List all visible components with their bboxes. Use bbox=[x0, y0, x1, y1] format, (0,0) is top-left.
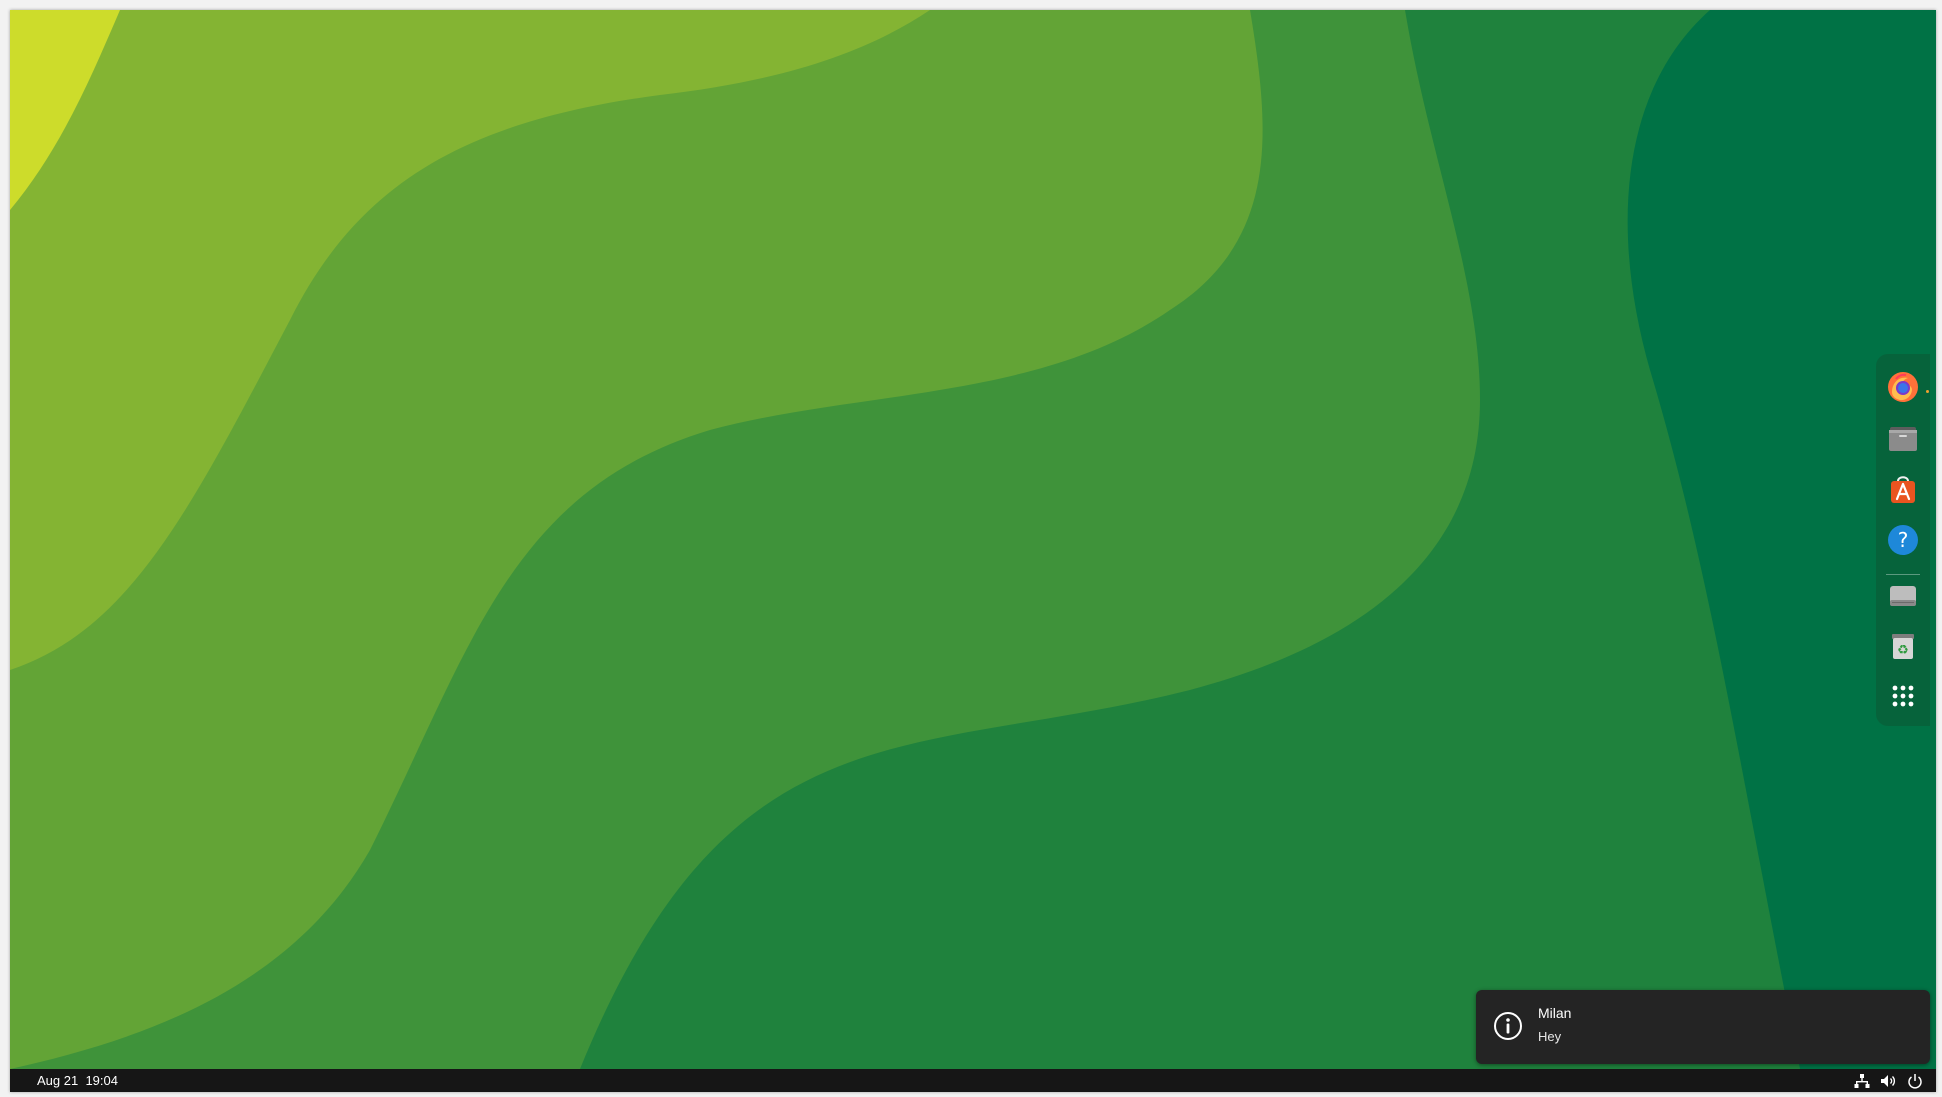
help-icon: ? bbox=[1888, 525, 1918, 555]
dock-item-help[interactable]: ? bbox=[1884, 521, 1922, 559]
clock-time: 19:04 bbox=[85, 1073, 118, 1088]
svg-text:♻: ♻ bbox=[1897, 643, 1909, 658]
clock[interactable]: Aug 21 19:04 bbox=[37, 1073, 118, 1088]
desktop-screen: ? ♻ Milan Hey Aug 21 19:04 bbox=[10, 10, 1936, 1092]
dock-item-files[interactable] bbox=[1884, 419, 1922, 457]
drive-icon bbox=[1890, 586, 1916, 606]
dock: ? ♻ bbox=[1876, 354, 1930, 726]
notification-body: Hey bbox=[1538, 1029, 1562, 1044]
dock-separator bbox=[1886, 574, 1920, 575]
dock-item-software[interactable] bbox=[1884, 470, 1922, 508]
clock-date: Aug 21 bbox=[37, 1073, 79, 1088]
notification-banner[interactable]: Milan Hey bbox=[1476, 990, 1930, 1064]
network-icon[interactable] bbox=[1854, 1073, 1870, 1089]
folder-icon bbox=[1889, 427, 1917, 451]
dock-item-firefox[interactable] bbox=[1884, 368, 1922, 406]
app-store-icon bbox=[1891, 476, 1915, 503]
volume-icon[interactable] bbox=[1880, 1073, 1896, 1089]
info-icon bbox=[1494, 1012, 1522, 1040]
dock-item-trash[interactable]: ♻ bbox=[1884, 627, 1922, 665]
desktop-wallpaper bbox=[10, 10, 1936, 1069]
top-bar: Aug 21 19:04 bbox=[10, 1069, 1936, 1092]
svg-text:?: ? bbox=[1898, 528, 1909, 552]
running-indicator bbox=[1926, 390, 1929, 393]
dock-item-show-apps[interactable] bbox=[1884, 677, 1922, 715]
firefox-icon bbox=[1888, 372, 1918, 402]
app-grid-icon bbox=[1892, 685, 1914, 707]
power-icon[interactable] bbox=[1907, 1073, 1923, 1089]
notification-title: Milan bbox=[1538, 1005, 1572, 1021]
trash-icon: ♻ bbox=[1892, 634, 1914, 659]
dock-item-drive[interactable] bbox=[1884, 576, 1922, 614]
